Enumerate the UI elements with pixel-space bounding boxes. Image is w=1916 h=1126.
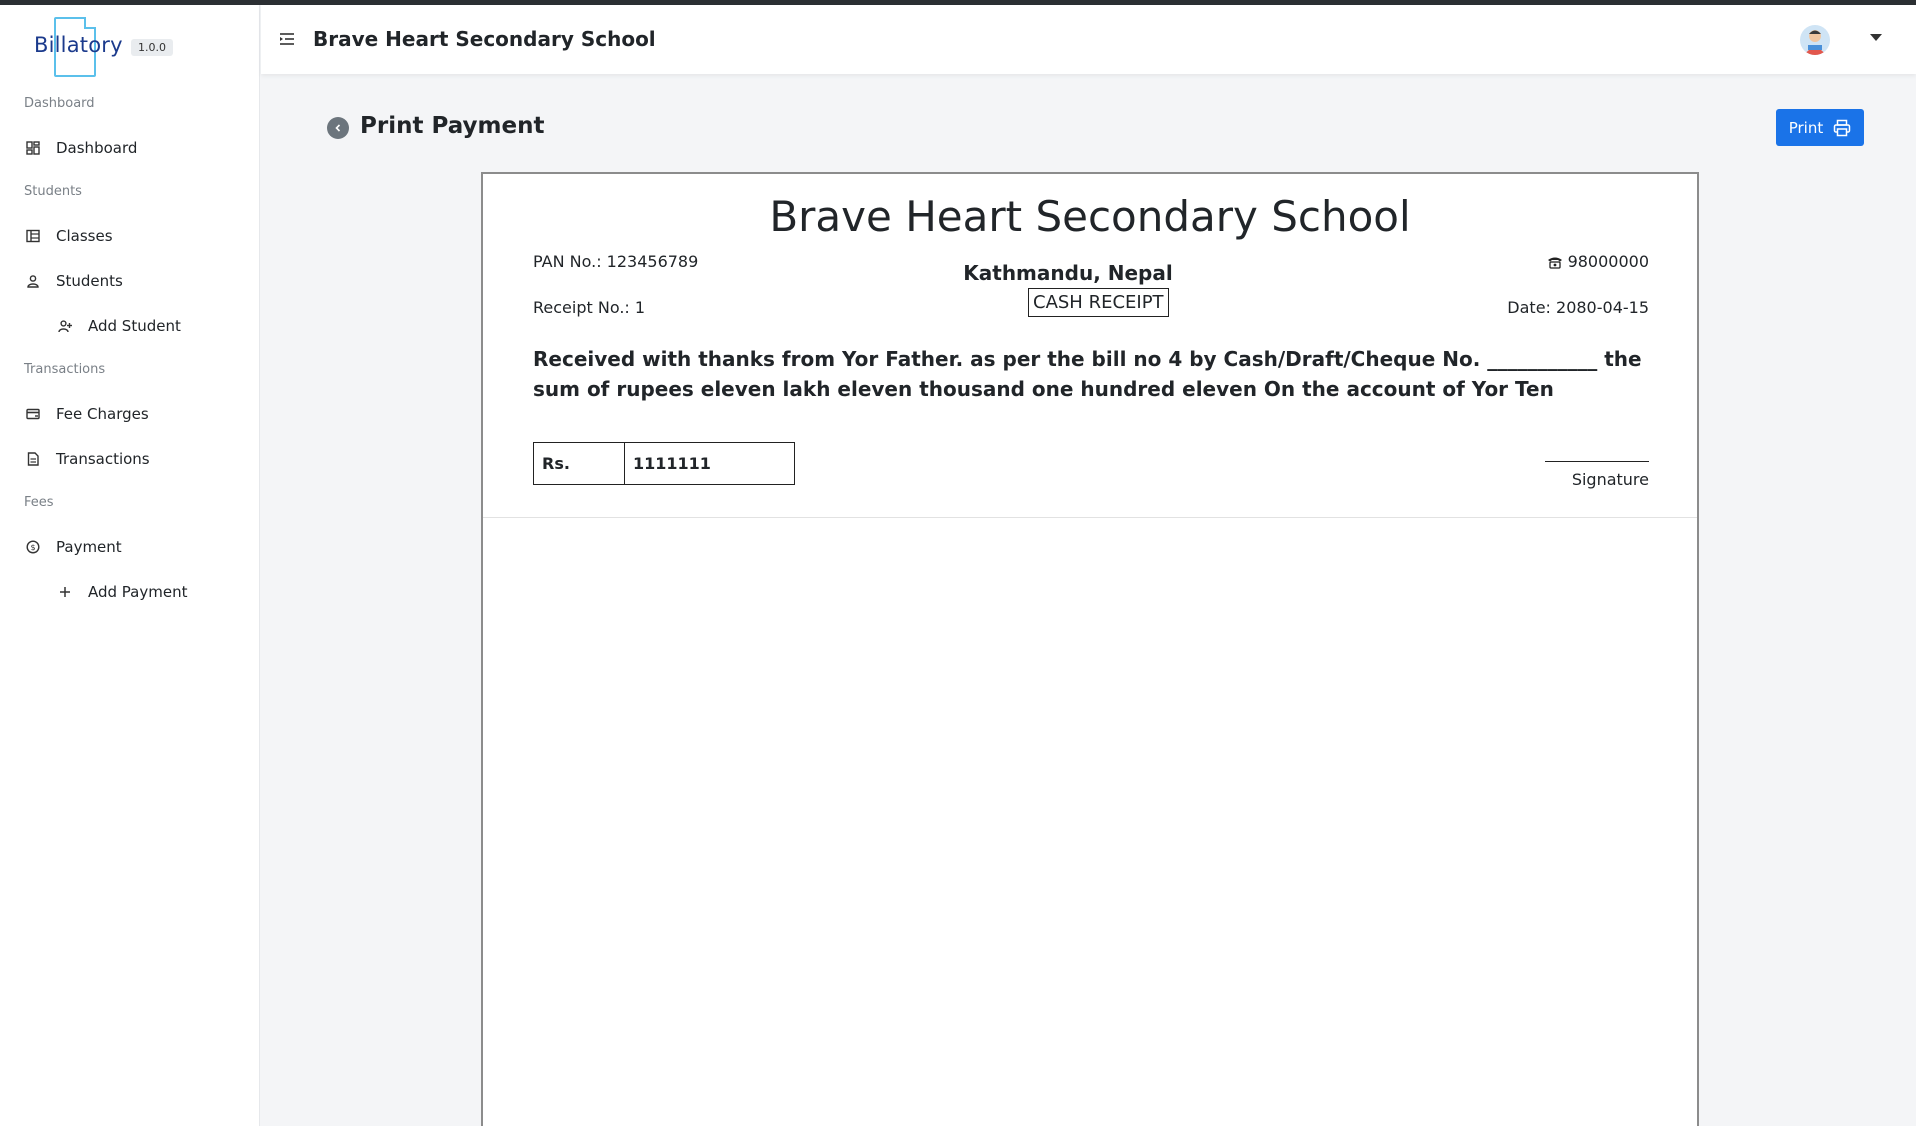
header-title: Brave Heart Secondary School — [313, 27, 656, 51]
signature-line — [1545, 461, 1649, 462]
menu-toggle-icon[interactable] — [277, 29, 297, 49]
sidebar-item-label: Add Payment — [88, 583, 188, 601]
amount-label: Rs. — [533, 442, 625, 485]
chevron-left-icon — [335, 124, 341, 132]
top-header: Brave Heart Secondary School — [261, 5, 1916, 74]
receipt-number: Receipt No.: 1 — [533, 298, 646, 317]
printer-icon — [1834, 119, 1851, 136]
section-students: Students — [24, 184, 82, 199]
sidebar-item-students[interactable]: Students — [24, 261, 123, 301]
cash-receipt: Brave Heart Secondary School PAN No.: 12… — [483, 174, 1697, 518]
sidebar-item-dashboard[interactable]: Dashboard — [24, 128, 137, 168]
sidebar-item-label: Transactions — [56, 450, 150, 468]
sidebar-item-add-student[interactable]: Add Student — [56, 306, 181, 346]
page-title: Print Payment — [360, 113, 545, 139]
user-icon — [24, 272, 42, 290]
print-button-label: Print — [1788, 118, 1824, 137]
received-statement: Received with thanks from Yor Father. as… — [533, 347, 1642, 401]
plus-icon — [56, 583, 74, 601]
sidebar-item-classes[interactable]: Classes — [24, 216, 113, 256]
receipt-type-label: CASH RECEIPT — [1028, 288, 1169, 317]
table-icon — [24, 227, 42, 245]
receipt-school-name: Brave Heart Secondary School — [769, 192, 1411, 241]
svg-text:$: $ — [30, 543, 35, 552]
document-icon — [24, 450, 42, 468]
sidebar-item-label: Fee Charges — [56, 405, 149, 423]
amount-value: 1111111 — [624, 442, 795, 485]
user-plus-icon — [56, 317, 74, 335]
avatar[interactable] — [1800, 25, 1830, 55]
dashboard-icon — [24, 139, 42, 157]
sidebar-item-label: Payment — [56, 538, 122, 556]
sidebar-item-label: Add Student — [88, 317, 181, 335]
back-button[interactable] — [327, 117, 349, 139]
section-fees: Fees — [24, 495, 54, 510]
print-button[interactable]: Print — [1776, 109, 1864, 146]
print-preview: Brave Heart Secondary School PAN No.: 12… — [481, 172, 1699, 1126]
school-address: Kathmandu, Nepal — [963, 261, 1173, 285]
sidebar-item-transactions[interactable]: Transactions — [24, 439, 150, 479]
card-icon — [24, 405, 42, 423]
dollar-circle-icon: $ — [24, 538, 42, 556]
sidebar-item-payment[interactable]: $ Payment — [24, 527, 122, 567]
brand-name: Billatory — [34, 33, 123, 57]
sidebar: Billatory 1.0.0 Dashboard Dashboard Stud… — [0, 5, 260, 1126]
sidebar-item-label: Students — [56, 272, 123, 290]
sidebar-item-label: Classes — [56, 227, 113, 245]
section-dashboard: Dashboard — [24, 96, 95, 111]
section-transactions: Transactions — [24, 362, 106, 377]
receipt-date: Date: 2080-04-15 — [1507, 298, 1649, 317]
sidebar-item-label: Dashboard — [56, 139, 138, 157]
brand-logo[interactable]: Billatory 1.0.0 — [34, 13, 254, 77]
signature-label: Signature — [1571, 470, 1649, 489]
amount-table: Rs. 1111111 — [533, 442, 795, 485]
sidebar-item-fee-charges[interactable]: Fee Charges — [24, 394, 149, 434]
sidebar-item-add-payment[interactable]: Add Payment — [56, 572, 187, 612]
version-badge: 1.0.0 — [131, 39, 173, 56]
chevron-down-icon[interactable] — [1870, 34, 1882, 41]
